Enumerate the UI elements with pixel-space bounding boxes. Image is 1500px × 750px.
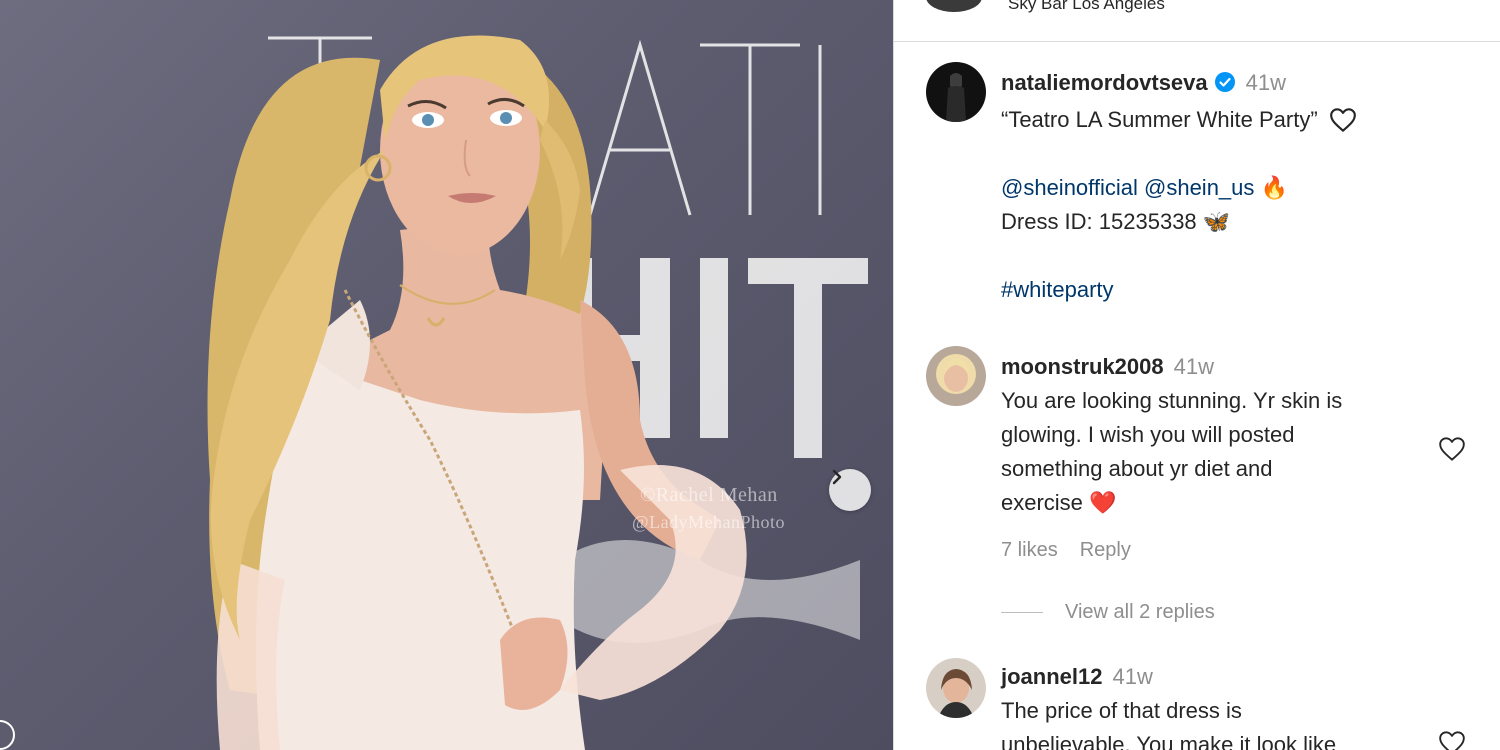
- caption-hashtag[interactable]: #whiteparty: [1001, 277, 1114, 302]
- like-comment-button[interactable]: [1437, 730, 1467, 750]
- caption-heart-icon[interactable]: [1328, 107, 1358, 133]
- comment-text-line: You are looking stunning. Yr skin is: [1001, 388, 1343, 413]
- comment-item: joannel12 41w The price of that dress is …: [894, 658, 1500, 750]
- reply-button[interactable]: Reply: [1080, 539, 1131, 561]
- photo-watermark-credit: ©Rachel Mehan: [640, 484, 778, 506]
- comment-body: joannel12 41w The price of that dress is …: [1001, 660, 1441, 750]
- photo-illustration: [0, 35, 868, 750]
- comment-username[interactable]: joannel12: [1001, 664, 1102, 689]
- commenter-avatar-image: [926, 658, 986, 718]
- view-replies-row[interactable]: View all 2 replies: [1001, 601, 1215, 624]
- red-heart-emoji: ❤️: [1089, 490, 1117, 515]
- comment-text-line: The price of that dress is: [1001, 698, 1242, 723]
- comment-meta: 7 likes Reply: [1001, 539, 1153, 562]
- comment-timestamp[interactable]: 41w: [1174, 354, 1214, 379]
- comment-item: moonstruk2008 41w You are looking stunnin…: [894, 346, 1500, 636]
- butterfly-emoji: 🦋: [1202, 209, 1231, 234]
- caption-title: “Teatro LA Summer White Party”: [1001, 107, 1318, 132]
- post-photo[interactable]: ©Rachel Mehan @LadyMehanPhoto: [0, 0, 893, 750]
- photo-watermark-handle: @LadyMehanPhoto: [632, 512, 786, 532]
- fire-emoji: 🔥: [1260, 175, 1288, 200]
- comment-username[interactable]: moonstruk2008: [1001, 354, 1164, 379]
- caption-timestamp[interactable]: 41w: [1246, 70, 1286, 95]
- comment-likes-link[interactable]: 7 likes: [1001, 539, 1058, 561]
- like-comment-button[interactable]: [1437, 436, 1467, 462]
- comment-timestamp[interactable]: 41w: [1112, 664, 1152, 689]
- caption-dress-id: Dress ID: 15235338: [1001, 209, 1197, 234]
- comment-text-line: unbelievable. You make it look like: [1001, 732, 1337, 750]
- author-avatar-image: [926, 62, 986, 122]
- replies-divider: [1001, 612, 1043, 613]
- caption-body: nataliemordovtseva 41w “Teatro LA Summer …: [1001, 66, 1441, 307]
- post-location-link[interactable]: Sky Bar Los Angeles: [1008, 0, 1165, 14]
- heart-icon: [1439, 731, 1465, 750]
- comment-body: moonstruk2008 41w You are looking stunnin…: [1001, 350, 1441, 520]
- comment-text-line: glowing. I wish you will posted: [1001, 422, 1295, 447]
- comments-panel: Sky Bar Los Angeles nataliemordovtseva 41…: [893, 0, 1500, 750]
- comment-text-line: something about yr diet and: [1001, 456, 1273, 481]
- commenter-avatar[interactable]: [926, 658, 986, 718]
- view-replies-button[interactable]: View all 2 replies: [1065, 601, 1215, 624]
- chevron-right-icon: [832, 469, 842, 485]
- verified-icon: [1214, 69, 1236, 103]
- next-photo-button[interactable]: [829, 469, 871, 511]
- commenter-avatar[interactable]: [926, 346, 986, 406]
- post-header: Sky Bar Los Angeles: [894, 0, 1500, 42]
- caption-mentions[interactable]: @sheinofficial @shein_us: [1001, 175, 1254, 200]
- author-username[interactable]: nataliemordovtseva: [1001, 70, 1208, 95]
- header-avatar[interactable]: [926, 0, 982, 12]
- commenter-avatar-image: [926, 346, 986, 406]
- post-caption: nataliemordovtseva 41w “Teatro LA Summer …: [894, 62, 1500, 312]
- comment-text-line: exercise: [1001, 490, 1083, 515]
- author-avatar[interactable]: [926, 62, 986, 122]
- heart-icon: [1439, 437, 1465, 461]
